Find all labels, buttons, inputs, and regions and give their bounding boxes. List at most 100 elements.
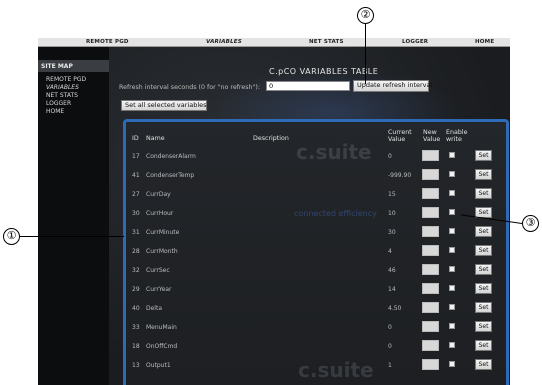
screenshot-frame: REMOTE PGD VARIABLES NET STATS LOGGER HO… [38,38,510,385]
row-new-value-input[interactable] [422,340,439,351]
row-name: CurrHour [146,210,174,217]
row-name: MenuMain [146,324,177,331]
row-set-button[interactable]: Set [475,150,492,161]
row-name: OnOffCmd [146,343,178,350]
row-enable-write-checkbox[interactable] [449,342,455,348]
row-id: 13 [132,362,140,369]
table-row: 29 CurrYear 14 Set [126,282,506,301]
row-current-value: 0 [388,153,392,160]
topnav-item-remote-pgd[interactable]: REMOTE PGD [86,39,129,45]
col-header-enable-write: Enable write [446,129,467,143]
row-enable-write-checkbox[interactable] [449,285,455,291]
topnav-item-variables[interactable]: VARIABLES [206,39,242,45]
row-current-value: 0 [388,324,392,331]
row-name: CurrDay [146,191,171,198]
row-id: 27 [132,191,140,198]
set-all-selected-button[interactable]: Set all selected variables [121,100,207,111]
table-row: 13 Output1 1 Set [126,358,506,377]
row-set-button[interactable]: Set [475,226,492,237]
row-new-value-input[interactable] [422,245,439,256]
row-enable-write-checkbox[interactable] [449,171,455,177]
row-current-value: 30 [388,229,396,236]
row-new-value-input[interactable] [422,169,439,180]
row-enable-write-checkbox[interactable] [449,304,455,310]
row-new-value-input[interactable] [422,150,439,161]
row-new-value-input[interactable] [422,302,439,313]
row-new-value-input[interactable] [422,226,439,237]
row-set-button[interactable]: Set [475,283,492,294]
row-id: 40 [132,305,140,312]
refresh-interval-label: Refresh interval seconds (0 for "no refr… [119,84,261,91]
table-row: 17 CondenserAlarm 0 Set [126,149,506,168]
row-set-button[interactable]: Set [475,321,492,332]
callout-2-leader [365,24,367,84]
col-header-new-line2: Value [423,136,441,143]
col-header-name: Name [146,135,165,142]
row-set-button[interactable]: Set [475,340,492,351]
col-header-current-line2: Value [388,136,406,143]
row-id: 29 [132,286,140,293]
row-new-value-input[interactable] [422,188,439,199]
row-enable-write-checkbox[interactable] [449,361,455,367]
top-nav-bar: REMOTE PGD VARIABLES NET STATS LOGGER HO… [38,38,510,47]
row-id: 18 [132,343,140,350]
table-row: 33 MenuMain 0 Set [126,320,506,339]
table-row: 40 Delta 4.50 Set [126,301,506,320]
row-current-value: 15 [388,191,396,198]
table-row: 41 CondenserTemp -999.90 Set [126,168,506,187]
row-set-button[interactable]: Set [475,169,492,180]
sidebar-item-remote-pgd[interactable]: REMOTE PGD [46,76,86,83]
row-set-button[interactable]: Set [475,264,492,275]
row-name: Delta [146,305,163,312]
row-enable-write-checkbox[interactable] [449,190,455,196]
row-name: CurrYear [146,286,172,293]
main-content: C.pCO VARIABLES TABLE Refresh interval s… [109,47,510,385]
topnav-item-home[interactable]: HOME [475,39,494,45]
sidebar-item-home[interactable]: HOME [46,108,64,115]
callout-2: ② [357,7,374,24]
row-new-value-input[interactable] [422,207,439,218]
row-id: 33 [132,324,140,331]
row-enable-write-checkbox[interactable] [449,266,455,272]
row-set-button[interactable]: Set [475,245,492,256]
col-header-id: ID [132,135,139,142]
site-map-heading: SITE MAP [38,60,109,72]
row-set-button[interactable]: Set [475,359,492,370]
col-header-current-line1: Current [388,129,412,136]
col-header-new-value: New Value [423,129,440,143]
row-new-value-input[interactable] [422,264,439,275]
row-new-value-input[interactable] [422,321,439,332]
col-header-enable-line1: Enable [446,129,468,136]
col-header-current-value: Current Value [388,129,412,143]
row-enable-write-checkbox[interactable] [449,228,455,234]
refresh-interval-input[interactable] [266,81,350,91]
sidebar-item-variables[interactable]: VARIABLES [46,84,79,91]
sidebar-item-logger[interactable]: LOGGER [46,100,71,107]
row-enable-write-checkbox[interactable] [449,247,455,253]
row-current-value: 1 [388,362,392,369]
row-set-button[interactable]: Set [475,302,492,313]
row-enable-write-checkbox[interactable] [449,209,455,215]
topnav-item-logger[interactable]: LOGGER [402,39,428,45]
callout-1: ① [3,228,20,245]
row-current-value: 10 [388,210,396,217]
variables-table-panel: c.suite connected efficiency c.suite ID … [123,119,509,385]
row-current-value: 0 [388,343,392,350]
sidebar-item-net-stats[interactable]: NET STATS [46,92,78,99]
row-set-button[interactable]: Set [475,188,492,199]
callout-1-leader [20,236,124,238]
row-name: CurrMinute [146,229,180,236]
row-new-value-input[interactable] [422,283,439,294]
row-name: Output1 [146,362,171,369]
col-header-new-line1: New [423,129,437,136]
col-header-description: Description [253,135,289,142]
table-row: 32 CurrSec 46 Set [126,263,506,282]
row-name: CurrSec [146,267,170,274]
row-enable-write-checkbox[interactable] [449,323,455,329]
row-new-value-input[interactable] [422,359,439,370]
topnav-item-net-stats[interactable]: NET STATS [309,39,344,45]
page-title: C.pCO VARIABLES TABLE [269,67,379,76]
row-current-value: 14 [388,286,396,293]
row-enable-write-checkbox[interactable] [449,152,455,158]
sidebar: SITE MAP REMOTE PGD VARIABLES NET STATS … [38,47,109,385]
